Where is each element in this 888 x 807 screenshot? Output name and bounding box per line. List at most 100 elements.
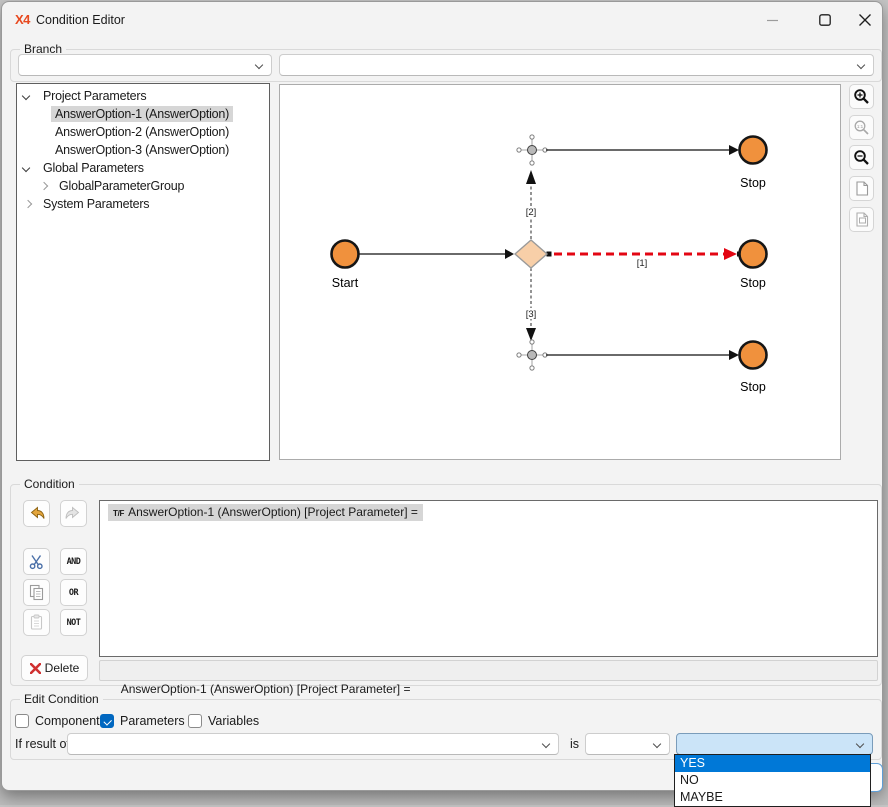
tree-item-system-parameters[interactable]: System Parameters bbox=[17, 195, 269, 213]
tree-item-project-parameters[interactable]: Project Parameters bbox=[17, 87, 269, 105]
variables-checkbox-row[interactable]: Variables bbox=[188, 713, 259, 729]
junction-node-bottom[interactable] bbox=[517, 340, 547, 370]
maximize-icon bbox=[819, 14, 831, 26]
dropdown-option-yes[interactable]: YES bbox=[675, 755, 870, 772]
copy-button[interactable] bbox=[23, 579, 50, 606]
minimize-icon bbox=[767, 15, 778, 26]
and-button[interactable]: AND bbox=[60, 548, 87, 575]
parameters-checkbox-label: Parameters bbox=[120, 714, 185, 728]
delete-button-label: Delete bbox=[45, 661, 80, 675]
x4-logo-icon: X4 bbox=[15, 12, 30, 27]
chevron-expanded-icon[interactable] bbox=[22, 92, 30, 100]
junction-node-top[interactable] bbox=[517, 135, 547, 165]
value-combobox[interactable] bbox=[676, 733, 873, 755]
parameters-checkbox[interactable] bbox=[100, 714, 114, 728]
zoom-actual-size-button[interactable]: 1:1 bbox=[849, 115, 874, 140]
undo-button[interactable] bbox=[23, 500, 50, 527]
tree-item-answeroption-1[interactable]: AnswerOption-1 (AnswerOption) bbox=[17, 105, 269, 123]
variables-checkbox[interactable] bbox=[188, 714, 202, 728]
edit-condition-group-label: Edit Condition bbox=[20, 692, 103, 706]
window-title: Condition Editor bbox=[36, 13, 125, 27]
stop-node-bottom-label: Stop bbox=[740, 380, 766, 394]
value-dropdown-popup: YES NO MAYBE bbox=[674, 754, 871, 807]
arrowhead-icon bbox=[729, 145, 739, 155]
condition-type-badge: T/F bbox=[113, 509, 124, 518]
dropdown-option-no[interactable]: NO bbox=[675, 772, 870, 789]
condition-group-label: Condition bbox=[20, 477, 79, 491]
tree-item-answeroption-3[interactable]: AnswerOption-3 (AnswerOption) bbox=[17, 141, 269, 159]
stop-node-mid[interactable] bbox=[740, 241, 767, 268]
parameter-tree: Project Parameters AnswerOption-1 (Answe… bbox=[16, 83, 270, 461]
branch-mode-combobox[interactable]: Parameters bbox=[18, 54, 272, 76]
tree-item-label: Global Parameters bbox=[39, 160, 148, 176]
components-checkbox[interactable] bbox=[15, 714, 29, 728]
branch-combobox[interactable]: BRANCH [#1 "Start" -> #7 "Stop"] bbox=[279, 54, 874, 76]
edge-1-label: [1] bbox=[637, 258, 648, 269]
stop-node-bottom[interactable] bbox=[740, 342, 767, 369]
paste-icon bbox=[28, 614, 45, 631]
chevron-down-icon bbox=[542, 740, 550, 748]
tree-item-label: AnswerOption-1 (AnswerOption) bbox=[51, 106, 233, 122]
edge-3-label: [3] bbox=[526, 309, 537, 320]
decision-node[interactable] bbox=[515, 240, 547, 268]
or-button[interactable]: OR bbox=[60, 579, 87, 606]
and-button-label: AND bbox=[67, 557, 81, 567]
fit-page-icon bbox=[854, 180, 870, 197]
start-node[interactable] bbox=[332, 241, 359, 268]
tree-item-label: AnswerOption-3 (AnswerOption) bbox=[51, 142, 233, 158]
close-icon bbox=[859, 14, 871, 26]
arrowhead-icon bbox=[526, 328, 536, 341]
chevron-down-icon bbox=[857, 61, 865, 69]
condition-editor-window: X4 Condition Editor Branch Parameters BR… bbox=[1, 1, 883, 791]
process-diagram-canvas[interactable]: [2] [3] [1] bbox=[279, 84, 841, 460]
delete-x-icon bbox=[30, 663, 41, 674]
condition-expression-text: AnswerOption-1 (AnswerOption) [Project P… bbox=[121, 682, 411, 696]
start-node-label: Start bbox=[332, 276, 359, 290]
stop-node-mid-label: Stop bbox=[740, 276, 766, 290]
dropdown-option-maybe[interactable]: MAYBE bbox=[675, 789, 870, 806]
if-result-of-label: If result of bbox=[15, 737, 70, 751]
copy-icon bbox=[28, 584, 45, 601]
parameter-combobox[interactable]: AnswerOption-1 (AnswerOption) [Project P… bbox=[67, 733, 559, 755]
chevron-expanded-icon[interactable] bbox=[22, 164, 30, 172]
tree-item-label: System Parameters bbox=[39, 196, 153, 212]
components-checkbox-label: Components bbox=[35, 714, 106, 728]
tree-item-globalparametergroup[interactable]: GlobalParameterGroup bbox=[17, 177, 269, 195]
maximize-button[interactable] bbox=[810, 8, 840, 32]
minimize-button[interactable] bbox=[757, 8, 787, 32]
fit-selection-button[interactable] bbox=[849, 207, 874, 232]
close-button[interactable] bbox=[850, 8, 880, 32]
is-label: is bbox=[570, 737, 579, 751]
condition-item-text: AnswerOption-1 (AnswerOption) [Project P… bbox=[128, 505, 418, 519]
zoom-in-icon bbox=[853, 88, 870, 105]
chevron-down-icon bbox=[255, 61, 263, 69]
titlebar: X4 Condition Editor bbox=[2, 2, 882, 38]
tree-item-label: Project Parameters bbox=[39, 88, 150, 104]
arrowhead-icon bbox=[526, 170, 536, 184]
zoom-actual-size-icon: 1:1 bbox=[853, 119, 870, 136]
svg-text:1:1: 1:1 bbox=[857, 124, 864, 129]
condition-list-item[interactable]: T/F AnswerOption-1 (AnswerOption) [Projec… bbox=[108, 504, 423, 521]
operator-combobox[interactable]: = bbox=[585, 733, 670, 755]
fit-page-button[interactable] bbox=[849, 176, 874, 201]
chevron-down-icon bbox=[653, 740, 661, 748]
tree-item-global-parameters[interactable]: Global Parameters bbox=[17, 159, 269, 177]
not-button[interactable]: NOT bbox=[60, 609, 87, 636]
cut-button[interactable] bbox=[23, 548, 50, 575]
condition-list[interactable]: T/F AnswerOption-1 (AnswerOption) [Projec… bbox=[99, 500, 878, 657]
not-button-label: NOT bbox=[67, 618, 81, 628]
delete-button[interactable]: Delete bbox=[21, 655, 88, 681]
tree-item-answeroption-2[interactable]: AnswerOption-2 (AnswerOption) bbox=[17, 123, 269, 141]
variables-checkbox-label: Variables bbox=[208, 714, 259, 728]
chevron-collapsed-icon[interactable] bbox=[24, 200, 32, 208]
undo-icon bbox=[27, 505, 46, 522]
paste-button[interactable] bbox=[23, 609, 50, 636]
chevron-collapsed-icon[interactable] bbox=[40, 182, 48, 190]
stop-node-top[interactable] bbox=[740, 137, 767, 164]
zoom-out-button[interactable] bbox=[849, 145, 874, 170]
redo-button[interactable] bbox=[60, 500, 87, 527]
parameters-checkbox-row[interactable]: Parameters bbox=[100, 713, 185, 729]
zoom-in-button[interactable] bbox=[849, 84, 874, 109]
components-checkbox-row[interactable]: Components bbox=[15, 713, 106, 729]
tree-item-label: GlobalParameterGroup bbox=[55, 178, 188, 194]
